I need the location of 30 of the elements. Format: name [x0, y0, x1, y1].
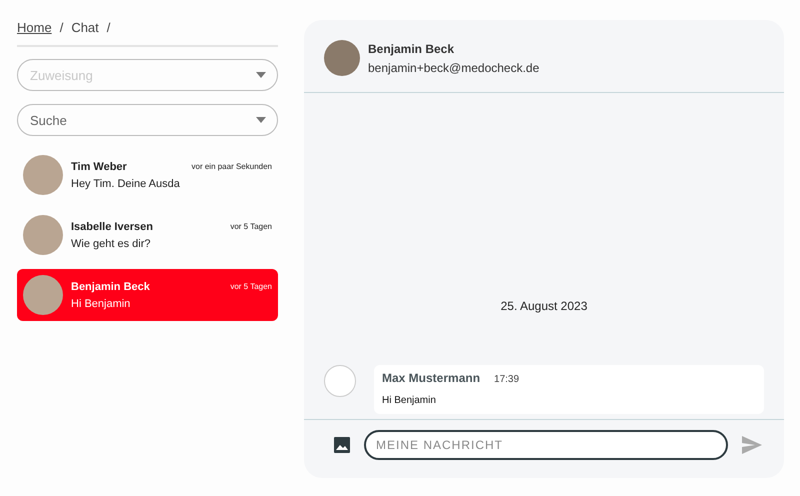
contact-name: Benjamin Beck	[368, 42, 456, 56]
message-input[interactable]: MEINE NACHRICHT	[364, 430, 728, 460]
dropdown-caret-icon	[256, 72, 266, 78]
avatar	[23, 155, 63, 195]
contact-name: Isabelle Iversen	[71, 220, 153, 232]
message-preview: Hey Tim. Deine Ausda	[71, 178, 181, 190]
image-icon[interactable]	[334, 437, 350, 453]
avatar	[324, 40, 360, 76]
logo-avatar	[324, 365, 356, 397]
contact-name: Tim Weber	[71, 160, 127, 172]
breadcrumb-link[interactable]: Home	[17, 20, 52, 35]
contact-email: benjamin+beck@medocheck.de	[368, 60, 540, 74]
date-divider: 25. August 2023	[500, 299, 588, 313]
avatar	[23, 275, 63, 315]
message-preview: Hi Benjamin	[71, 298, 132, 310]
sender-name: Max Mustermann	[382, 371, 480, 385]
dropdown-caret-icon	[256, 117, 266, 123]
message-time: vor 5 Tagen	[230, 222, 272, 231]
message-time: vor ein paar Sekunden	[192, 162, 272, 171]
message-text: Hi Benjamin	[382, 395, 437, 406]
conversation-item[interactable]: Benjamin Beck vor 5 Tagen Hi Benjamin	[17, 269, 278, 321]
search-dropdown[interactable]: Suche	[17, 104, 278, 136]
breadcrumb-separator: /	[60, 20, 64, 35]
avatar	[23, 215, 63, 255]
contact-name: Benjamin Beck	[71, 280, 150, 292]
breadcrumb-separator: /	[106, 20, 110, 35]
message-time: 17:39	[494, 374, 520, 385]
message-time: vor 5 Tagen	[230, 282, 272, 291]
breadcrumb-item: Chat	[71, 20, 99, 35]
message-preview: Wie geht es dir?	[71, 238, 152, 250]
